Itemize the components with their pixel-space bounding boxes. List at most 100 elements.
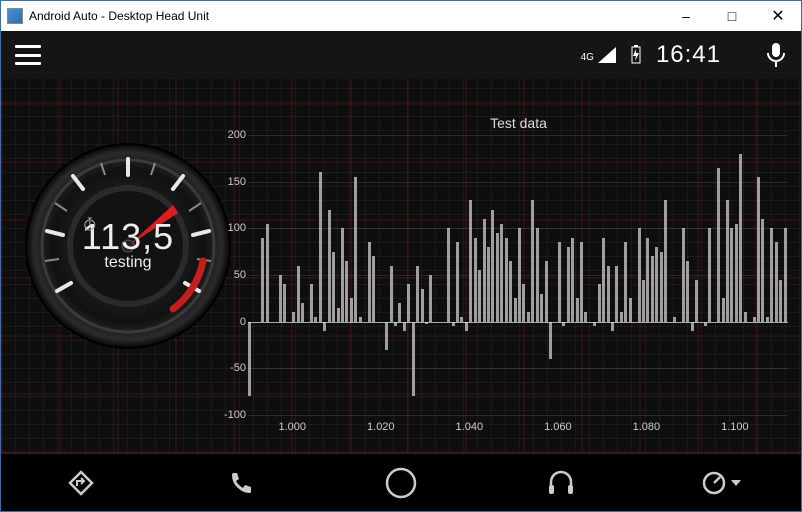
bar (447, 228, 450, 321)
bar (421, 289, 424, 322)
bar (354, 177, 357, 322)
bar (283, 284, 286, 321)
bar (757, 177, 760, 322)
network-label: 4G (581, 52, 594, 63)
clock: 16:41 (656, 41, 721, 69)
bar (372, 256, 375, 321)
bar (403, 322, 406, 331)
bar (398, 303, 401, 322)
close-button[interactable]: ✕ (755, 1, 801, 31)
bar (615, 266, 618, 322)
bar (314, 317, 317, 322)
phone-icon (228, 470, 254, 496)
bar (368, 242, 371, 321)
maximize-button[interactable]: □ (709, 1, 755, 31)
bar (491, 210, 494, 322)
bottom-nav (1, 453, 801, 511)
bar (708, 228, 711, 321)
bar (301, 303, 304, 322)
bar (784, 228, 787, 321)
bar (660, 252, 663, 322)
window-title: Android Auto - Desktop Head Unit (29, 9, 663, 23)
gauge: 113,5 testing (23, 141, 233, 351)
bar (673, 317, 676, 322)
bar (429, 275, 432, 322)
bar (584, 312, 587, 321)
bar (332, 252, 335, 322)
bar (509, 261, 512, 322)
bar (770, 228, 773, 321)
nav-navigation-button[interactable] (51, 463, 111, 503)
bar (394, 322, 397, 327)
x-tick: 1.080 (633, 421, 661, 433)
nav-dashboard-button[interactable] (691, 463, 751, 503)
bar (722, 298, 725, 321)
bar (761, 219, 764, 322)
minimize-button[interactable]: – (663, 1, 709, 31)
nav-home-button[interactable] (371, 463, 431, 503)
y-tick: 50 (218, 269, 246, 281)
bar (416, 266, 419, 322)
bar (474, 238, 477, 322)
y-tick: -100 (218, 409, 246, 421)
bar (514, 298, 517, 321)
app-icon (7, 8, 23, 24)
bar (469, 200, 472, 321)
x-tick: 1.020 (367, 421, 395, 433)
network-indicator: 4G (581, 47, 616, 63)
bar (620, 312, 623, 321)
y-tick: 0 (218, 316, 246, 328)
bar (323, 322, 326, 331)
bar (359, 317, 362, 322)
bar (593, 322, 596, 327)
bar (407, 284, 410, 321)
headphones-icon (546, 469, 576, 497)
bar (531, 200, 534, 321)
y-tick: 200 (218, 129, 246, 141)
bar (646, 238, 649, 322)
navigation-icon (67, 469, 95, 497)
bar (664, 200, 667, 321)
y-tick: 150 (218, 176, 246, 188)
bar (540, 294, 543, 322)
window-titlebar: Android Auto - Desktop Head Unit – □ ✕ (1, 1, 801, 31)
status-bar: 4G 16:41 (1, 31, 801, 79)
bar (576, 298, 579, 321)
bar (412, 322, 415, 397)
bar (483, 219, 486, 322)
bar (452, 322, 455, 327)
microphone-icon[interactable] (765, 41, 787, 69)
bar (730, 228, 733, 321)
chart-plot: -100-500501001502001.0001.0201.0401.0601… (248, 135, 788, 415)
bar (717, 168, 720, 322)
bar (545, 261, 548, 322)
bar (691, 322, 694, 331)
bar (292, 312, 295, 321)
speedometer-icon (701, 470, 727, 496)
bar (266, 224, 269, 322)
bar (500, 224, 503, 322)
battery-charging-icon (630, 45, 642, 65)
bar (522, 284, 525, 321)
bar (607, 266, 610, 322)
nav-media-button[interactable] (531, 463, 591, 503)
x-tick: 1.000 (278, 421, 306, 433)
x-tick: 1.060 (544, 421, 572, 433)
bar (505, 238, 508, 322)
bar (536, 228, 539, 321)
nav-phone-button[interactable] (211, 463, 271, 503)
bar (248, 322, 251, 397)
bar (602, 238, 605, 322)
bar (279, 275, 282, 322)
bar (598, 284, 601, 321)
bar (496, 233, 499, 322)
bar (350, 298, 353, 321)
bar (739, 154, 742, 322)
menu-button[interactable] (15, 45, 41, 65)
bar (775, 242, 778, 321)
chevron-down-icon (731, 478, 741, 488)
bar (753, 317, 756, 322)
bar (651, 256, 654, 321)
bar (562, 322, 565, 327)
bar (655, 247, 658, 322)
